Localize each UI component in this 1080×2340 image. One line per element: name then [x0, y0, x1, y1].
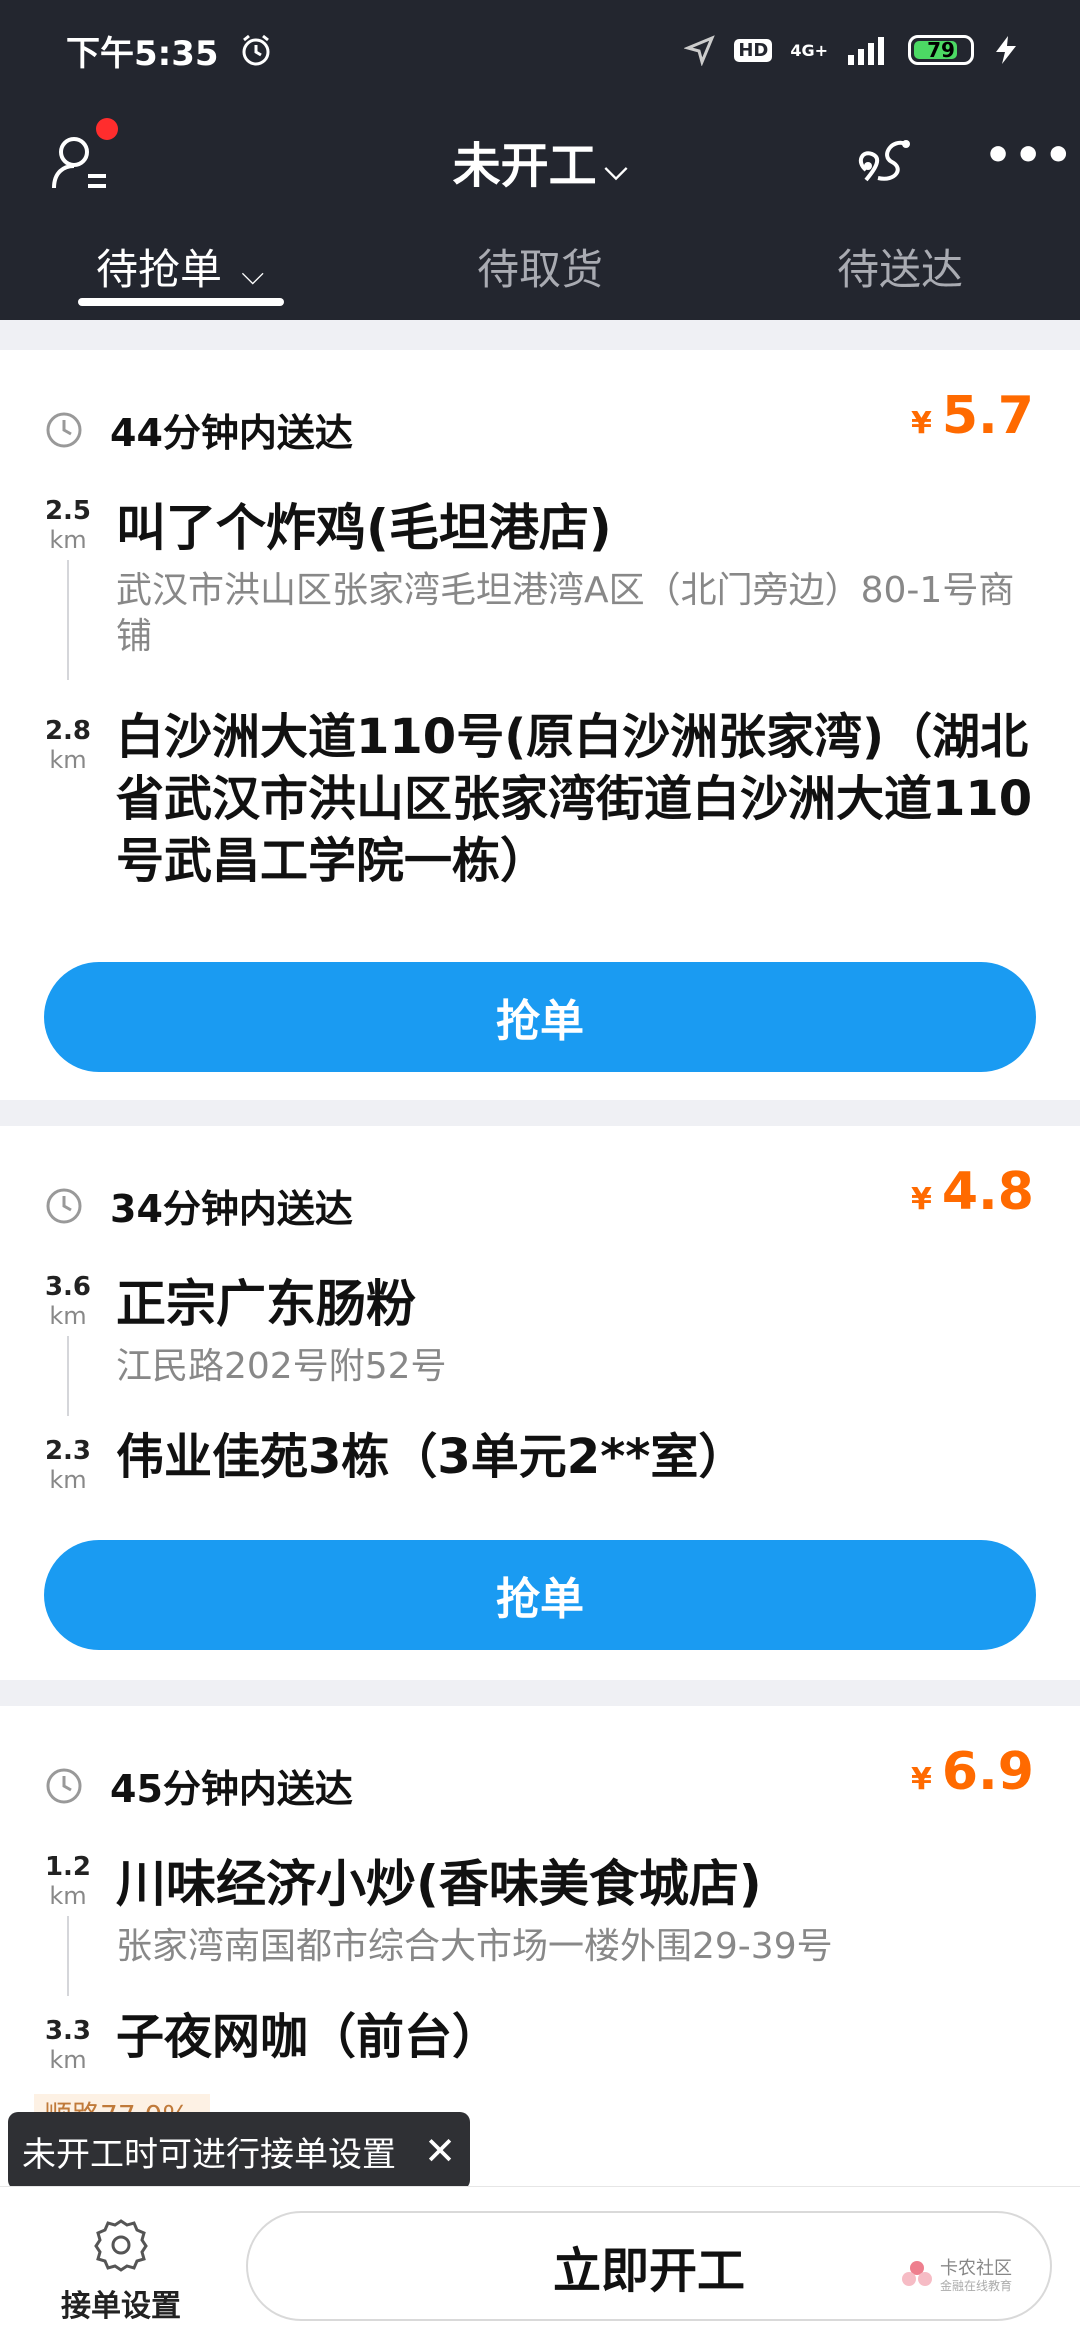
delivery-address: 白沙洲大道110号(原白沙洲张家湾)（湖北省武汉市洪山区张家湾街道白沙洲大道11…: [116, 709, 1033, 889]
status-bar: 下午5:35 HD 4G+ 79: [0, 0, 1080, 100]
pickup-distance: 1.2 km: [44, 1852, 92, 1910]
order-price: ¥5.7: [911, 386, 1034, 446]
charging-icon: [996, 36, 1016, 64]
status-time-group: 下午5:35: [66, 26, 273, 75]
shop-address: 武汉市洪山区张家湾毛坦港湾A区（北门旁边）80-1号商铺: [116, 570, 1015, 657]
top-header: 下午5:35 HD 4G+ 79 未开工 ⌵ ••• 待抢单 ⌵ 待取货 待送达: [0, 0, 1080, 320]
page-title: 未开工: [452, 138, 597, 194]
order-header: 45分钟内送达: [44, 1758, 353, 1813]
route-icon[interactable]: [852, 128, 916, 192]
shop-name: 川味经济小炒(香味美食城店): [116, 1855, 762, 1913]
order-card: 44分钟内送达 ¥5.7 2.5 km 叫了个炸鸡(毛坦港店) 武汉市洪山区张家…: [0, 350, 1080, 1100]
route-line: [67, 1336, 69, 1416]
shop-name: 叫了个炸鸡(毛坦港店): [116, 499, 612, 557]
route-line: [67, 1916, 69, 1996]
price-amount: 6.9: [941, 1742, 1034, 1802]
pickup-distance: 2.5 km: [44, 496, 92, 554]
more-icon[interactable]: •••: [984, 130, 1074, 181]
timer-icon: [46, 1188, 82, 1223]
grab-order-button[interactable]: 抢单: [44, 1540, 1036, 1650]
timer-icon: [46, 412, 82, 447]
location-arrow-icon: [684, 35, 716, 66]
order-header: 34分钟内送达: [44, 1178, 353, 1233]
settings-label: 接单设置: [61, 2289, 181, 2324]
status-time: 下午5:35: [66, 33, 219, 74]
currency-symbol: ¥: [911, 1182, 932, 1217]
dropoff-distance: 2.3 km: [44, 1436, 92, 1494]
grab-order-button[interactable]: 抢单: [44, 962, 1036, 1072]
tab-pending-delivery[interactable]: 待送达: [720, 220, 1080, 320]
close-icon[interactable]: ✕: [424, 2129, 456, 2173]
battery-level: 79: [927, 38, 955, 62]
watermark-text: 卡农社区 金融在线教育: [940, 2258, 1013, 2294]
price-amount: 5.7: [941, 386, 1034, 446]
tab-active-indicator: [78, 298, 284, 306]
toast-text: 未开工时可进行接单设置: [22, 2134, 396, 2175]
tab-pending-grab[interactable]: 待抢单 ⌵: [0, 220, 360, 320]
shop-address: 江民路202号附52号: [116, 1346, 447, 1387]
alarm-icon: [242, 34, 270, 66]
dropoff-distance: 2.8 km: [44, 716, 92, 774]
tab-label: 待送达: [836, 245, 963, 294]
order-price: ¥6.9: [911, 1742, 1034, 1802]
order-price: ¥4.8: [911, 1162, 1034, 1222]
status-right: HD 4G+ 79: [684, 34, 1020, 66]
timer-icon: [46, 1768, 82, 1803]
delivery-deadline: 45分钟内送达: [110, 1767, 353, 1811]
shop-name: 正宗广东肠粉: [116, 1275, 416, 1333]
network-label: 4G+: [790, 40, 828, 60]
delivery-deadline: 34分钟内送达: [110, 1187, 353, 1231]
currency-symbol: ¥: [911, 406, 932, 441]
delivery-deadline: 44分钟内送达: [110, 411, 353, 455]
battery-icon: 79: [908, 35, 974, 65]
order-settings-button[interactable]: 接单设置: [46, 2215, 196, 2325]
delivery-address: 子夜网咖（前台）: [116, 2009, 501, 2065]
delivery-address: 伟业佳苑3栋（3单元2**室）: [116, 1429, 747, 1485]
flower-logo-icon: [902, 2261, 932, 2286]
route-line: [67, 560, 69, 680]
hd-badge: HD: [734, 38, 773, 62]
tab-label: 待取货: [476, 245, 603, 294]
nav-row: 未开工 ⌵ •••: [0, 100, 1080, 220]
signal-icon: [848, 37, 884, 65]
settings-toast: 未开工时可进行接单设置 ✕: [8, 2112, 470, 2190]
order-card: 34分钟内送达 ¥4.8 3.6 km 正宗广东肠粉 江民路202号附52号 2…: [0, 1126, 1080, 1680]
order-tabs: 待抢单 ⌵ 待取货 待送达: [0, 220, 1080, 320]
work-status-dropdown[interactable]: 未开工 ⌵: [0, 126, 1080, 196]
tab-label: 待抢单: [95, 245, 222, 294]
gear-icon: [94, 2219, 148, 2272]
chevron-down-icon: ⌵: [604, 151, 628, 187]
dropoff-distance: 3.3 km: [44, 2016, 92, 2074]
order-header: 44分钟内送达: [44, 402, 353, 457]
price-amount: 4.8: [941, 1162, 1034, 1222]
shop-address: 张家湾南国都市综合大市场一楼外围29-39号: [116, 1926, 833, 1967]
tab-pending-pickup[interactable]: 待取货: [360, 220, 720, 320]
watermark-logo: 卡农社区 金融在线教育: [900, 2256, 1030, 2296]
currency-symbol: ¥: [911, 1762, 932, 1797]
pickup-distance: 3.6 km: [44, 1272, 92, 1330]
chevron-down-icon: ⌵: [241, 257, 265, 292]
